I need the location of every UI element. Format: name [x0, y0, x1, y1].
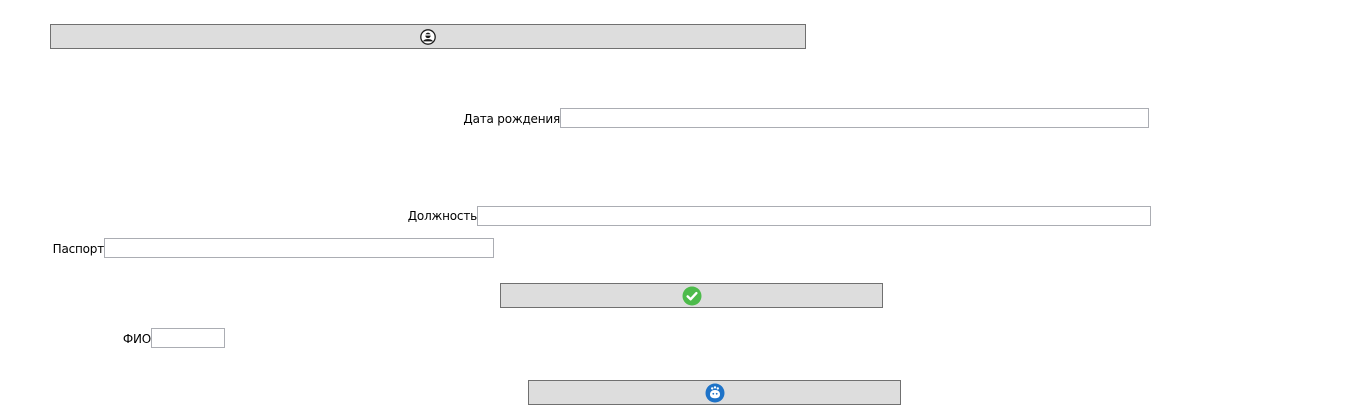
user-button[interactable] [50, 24, 806, 49]
birth-date-field[interactable] [560, 108, 1149, 128]
position-field[interactable] [477, 206, 1151, 226]
passport-field[interactable] [104, 238, 494, 258]
action-button[interactable] [528, 380, 901, 405]
confirm-button[interactable] [500, 283, 883, 308]
passport-label: Паспорт [52, 242, 105, 256]
checkmark-icon [682, 286, 701, 305]
blue-badge-icon [705, 383, 724, 402]
avatar-icon [420, 28, 436, 45]
full-name-label: ФИО [122, 332, 151, 346]
birth-date-label: Дата рождения [463, 112, 560, 126]
full-name-field[interactable] [151, 328, 225, 348]
position-label: Должность [407, 209, 477, 223]
